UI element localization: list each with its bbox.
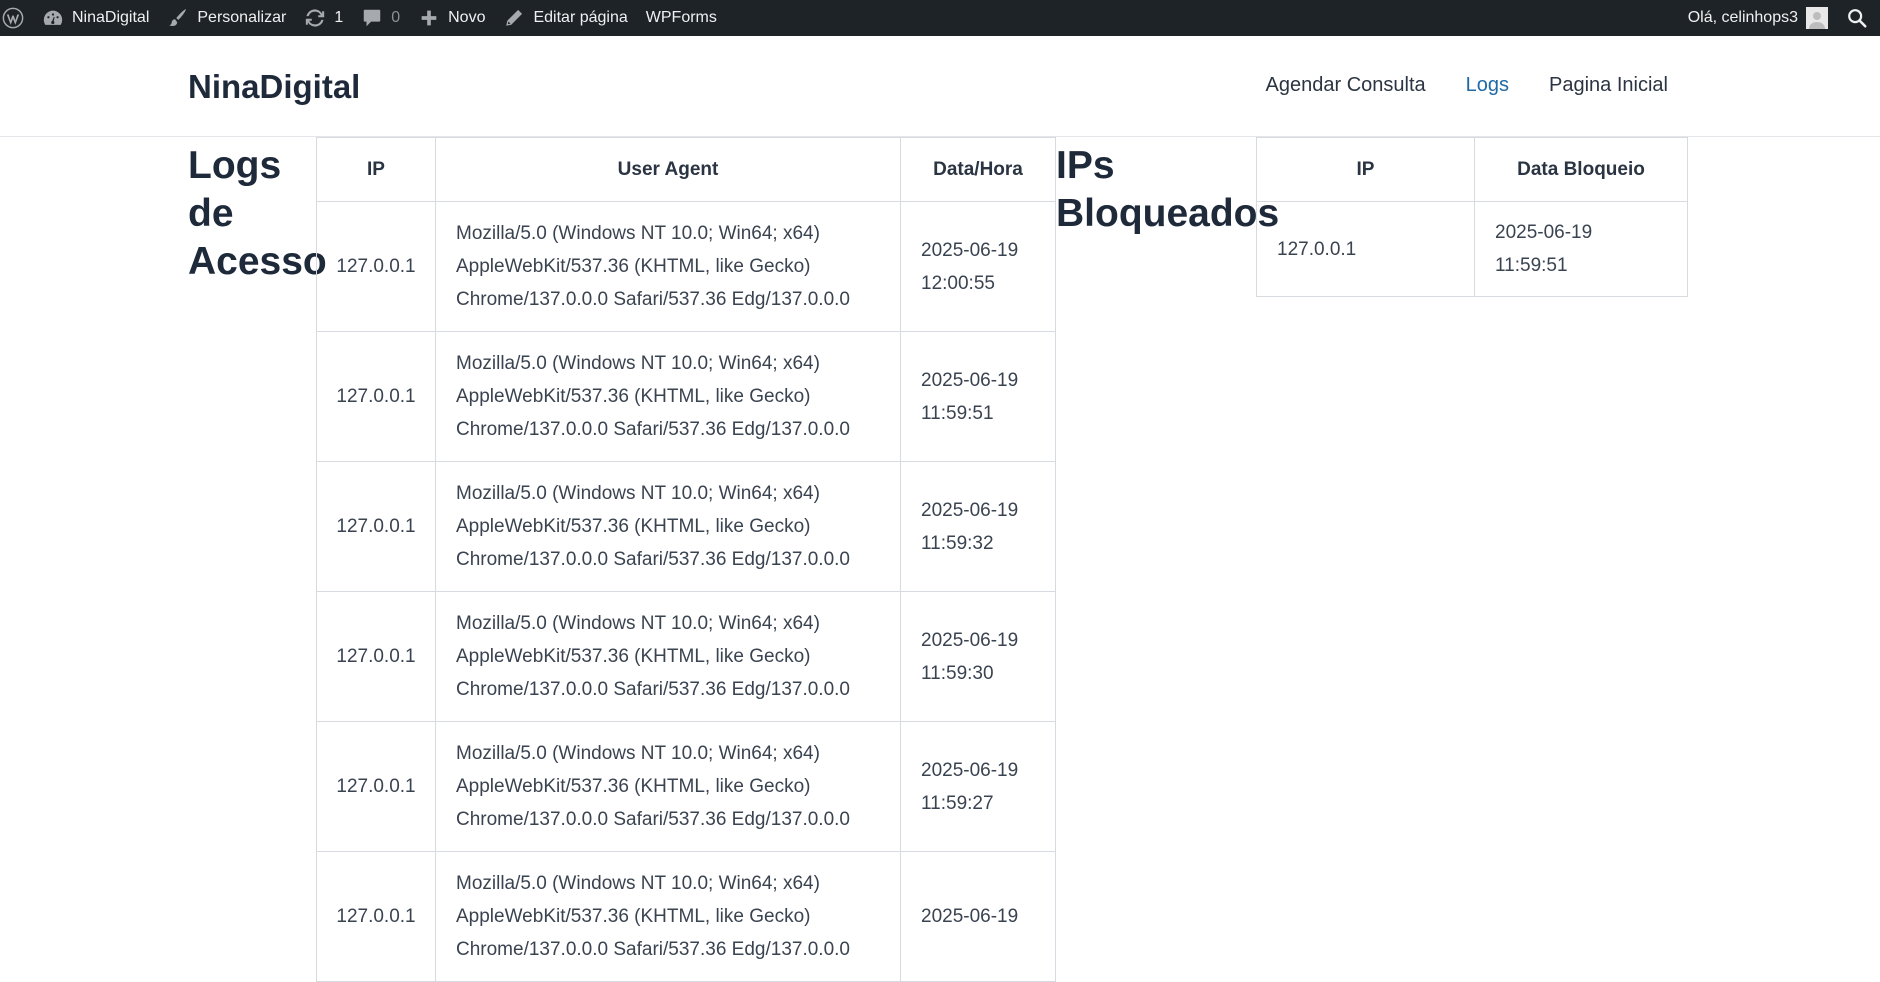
updates-link[interactable]: 1 bbox=[295, 0, 352, 36]
pencil-icon bbox=[503, 7, 525, 29]
comment-icon bbox=[361, 7, 383, 29]
cell-block-date: 2025-06-19 11:59:51 bbox=[1474, 201, 1688, 297]
column-header-datetime: Data/Hora bbox=[900, 137, 1056, 202]
blocked-ips-table: IP Data Bloqueio 127.0.0.1 2025-06-19 11:… bbox=[1256, 137, 1688, 297]
greeting-label: Olá, celinhops3 bbox=[1687, 9, 1798, 26]
cell-time: 11:59:51 bbox=[1495, 255, 1568, 276]
column-header-ip: IP bbox=[1256, 137, 1475, 202]
table-row: 127.0.0.1 2025-06-19 11:59:51 bbox=[1256, 201, 1688, 297]
cell-datetime: 2025-06-19 bbox=[900, 851, 1056, 982]
comments-count: 0 bbox=[391, 9, 401, 26]
site-name-label: NinaDigital bbox=[72, 9, 150, 26]
cell-time: 11:59:51 bbox=[921, 402, 994, 424]
cell-date: 2025-06-19 bbox=[921, 906, 1019, 927]
table-row: 127.0.0.1 Mozilla/5.0 (Windows NT 10.0; … bbox=[316, 721, 1056, 852]
avatar bbox=[1806, 7, 1828, 29]
cell-time: 12:00:55 bbox=[921, 272, 995, 294]
cell-datetime: 2025-06-19 11:59:30 bbox=[900, 591, 1056, 722]
wordpress-icon bbox=[2, 7, 24, 29]
cell-ip: 127.0.0.1 bbox=[316, 461, 436, 592]
cell-date: 2025-06-19 bbox=[921, 239, 1019, 261]
admin-bar: NinaDigital Personalizar 1 0 Novo Editar… bbox=[0, 0, 1880, 36]
cell-user-agent: Mozilla/5.0 (Windows NT 10.0; Win64; x64… bbox=[435, 591, 901, 722]
table-row: 127.0.0.1 Mozilla/5.0 (Windows NT 10.0; … bbox=[316, 201, 1056, 332]
new-content-link[interactable]: Novo bbox=[409, 0, 494, 36]
updates-count: 1 bbox=[334, 9, 344, 26]
cell-datetime: 2025-06-19 11:59:32 bbox=[900, 461, 1056, 592]
customize-link[interactable]: Personalizar bbox=[158, 0, 295, 36]
cell-time: 11:59:27 bbox=[921, 792, 994, 814]
account-menu[interactable]: Olá, celinhops3 bbox=[1679, 0, 1837, 36]
edit-page-label: Editar página bbox=[533, 9, 628, 26]
cell-time: 11:59:32 bbox=[921, 532, 994, 554]
nav-agendar-consulta[interactable]: Agendar Consulta bbox=[1266, 74, 1426, 97]
nav-logs[interactable]: Logs bbox=[1466, 74, 1509, 97]
table-header-row: IP User Agent Data/Hora bbox=[316, 137, 1056, 202]
site-name-link[interactable]: NinaDigital bbox=[33, 0, 158, 36]
wpforms-link[interactable]: WPForms bbox=[637, 0, 726, 36]
blocked-ips-title: IPs Bloqueados bbox=[1056, 144, 1280, 235]
cell-user-agent: Mozilla/5.0 (Windows NT 10.0; Win64; x64… bbox=[435, 721, 901, 852]
column-header-block-date: Data Bloqueio bbox=[1474, 137, 1688, 202]
cell-user-agent: Mozilla/5.0 (Windows NT 10.0; Win64; x64… bbox=[435, 461, 901, 592]
main-nav: Agendar Consulta Logs Pagina Inicial bbox=[1266, 74, 1668, 97]
access-logs-table: IP User Agent Data/Hora 127.0.0.1 Mozill… bbox=[316, 137, 1056, 982]
wp-logo-button[interactable] bbox=[0, 0, 33, 36]
cell-time: 11:59:30 bbox=[921, 662, 994, 684]
table-row: 127.0.0.1 Mozilla/5.0 (Windows NT 10.0; … bbox=[316, 461, 1056, 592]
column-header-ip: IP bbox=[316, 137, 436, 202]
table-row: 127.0.0.1 Mozilla/5.0 (Windows NT 10.0; … bbox=[316, 331, 1056, 462]
cell-user-agent: Mozilla/5.0 (Windows NT 10.0; Win64; x64… bbox=[435, 331, 901, 462]
table-row: 127.0.0.1 Mozilla/5.0 (Windows NT 10.0; … bbox=[316, 591, 1056, 722]
cell-ip: 127.0.0.1 bbox=[316, 721, 436, 852]
cell-user-agent: Mozilla/5.0 (Windows NT 10.0; Win64; x64… bbox=[435, 201, 901, 332]
cell-ip: 127.0.0.1 bbox=[316, 201, 436, 332]
cell-date: 2025-06-19 bbox=[921, 369, 1019, 391]
cell-datetime: 2025-06-19 12:00:55 bbox=[900, 201, 1056, 332]
refresh-icon bbox=[304, 7, 326, 29]
cell-ip: 127.0.0.1 bbox=[316, 851, 436, 982]
wpforms-label: WPForms bbox=[645, 9, 717, 26]
comments-link[interactable]: 0 bbox=[352, 0, 409, 36]
cell-date: 2025-06-19 bbox=[1495, 222, 1593, 243]
table-header-row: IP Data Bloqueio bbox=[1256, 137, 1688, 202]
cell-datetime: 2025-06-19 11:59:27 bbox=[900, 721, 1056, 852]
customize-label: Personalizar bbox=[197, 9, 287, 26]
logs-title: Logs de Acesso bbox=[188, 144, 327, 283]
cell-date: 2025-06-19 bbox=[921, 499, 1019, 521]
nav-pagina-inicial[interactable]: Pagina Inicial bbox=[1549, 74, 1668, 97]
search-icon bbox=[1846, 7, 1868, 29]
table-row: 127.0.0.1 Mozilla/5.0 (Windows NT 10.0; … bbox=[316, 851, 1056, 982]
cell-ip: 127.0.0.1 bbox=[316, 591, 436, 722]
cell-datetime: 2025-06-19 11:59:51 bbox=[900, 331, 1056, 462]
plus-icon bbox=[418, 7, 440, 29]
cell-date: 2025-06-19 bbox=[921, 629, 1019, 651]
cell-user-agent: Mozilla/5.0 (Windows NT 10.0; Win64; x64… bbox=[435, 851, 901, 982]
dashboard-icon bbox=[42, 7, 64, 29]
search-button[interactable] bbox=[1837, 0, 1880, 36]
cell-ip: 127.0.0.1 bbox=[316, 331, 436, 462]
brush-icon bbox=[167, 7, 189, 29]
site-brand[interactable]: NinaDigital bbox=[188, 68, 360, 106]
site-header: NinaDigital Agendar Consulta Logs Pagina… bbox=[0, 36, 1880, 137]
cell-ip: 127.0.0.1 bbox=[1256, 201, 1475, 297]
cell-date: 2025-06-19 bbox=[921, 759, 1019, 781]
column-header-user-agent: User Agent bbox=[435, 137, 901, 202]
edit-page-link[interactable]: Editar página bbox=[494, 0, 636, 36]
new-content-label: Novo bbox=[448, 9, 486, 26]
